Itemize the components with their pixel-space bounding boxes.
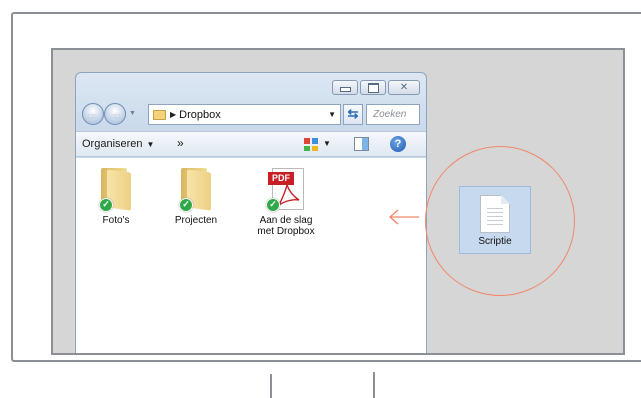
document-icon: [480, 195, 510, 233]
maximize-button[interactable]: [360, 80, 386, 95]
folder-icon: ✓: [179, 168, 213, 212]
address-location[interactable]: Dropbox: [179, 109, 221, 121]
pdf-badge: PDF: [268, 172, 294, 185]
help-icon[interactable]: ?: [390, 136, 406, 152]
folder-icon: [153, 109, 166, 120]
window-caption-buttons: ✕: [332, 80, 420, 95]
close-button[interactable]: ✕: [388, 80, 420, 95]
file-name: Foto's: [102, 215, 130, 226]
preview-pane-icon[interactable]: [354, 137, 369, 151]
chevron-down-icon: ▼: [146, 140, 155, 149]
file-item-fotos[interactable]: ✓ Foto's: [76, 168, 156, 226]
explorer-window: ✕ ← → ▼ ▶ Dropbox ▼ ⇆ Zoeken Organiseren…: [75, 72, 427, 353]
view-dropdown-icon[interactable]: ▼: [323, 139, 331, 148]
command-toolbar: Organiseren ▼ » ▼ ?: [76, 131, 426, 157]
forward-button[interactable]: →: [104, 103, 126, 125]
sync-check-icon: ✓: [266, 198, 280, 212]
monitor-stand-left: [270, 374, 272, 398]
desktop-file-scriptie[interactable]: Scriptie: [459, 186, 531, 254]
change-view-icon[interactable]: [304, 138, 318, 151]
search-input[interactable]: Zoeken: [366, 104, 420, 125]
drag-arrow-icon: [389, 209, 419, 225]
pdf-icon: PDF ✓: [266, 168, 306, 212]
sync-check-icon: ✓: [179, 198, 193, 212]
file-item-aan-de-slag[interactable]: PDF ✓ Aan de slag met Dropbox: [246, 168, 326, 237]
sync-check-icon: ✓: [99, 198, 113, 212]
file-name: Projecten: [174, 215, 218, 226]
file-list: ✓ Foto's ✓ Projecten PDF ✓ Aan de slag m…: [76, 158, 426, 353]
navigation-bar: ← → ▼ ▶ Dropbox ▼ ⇆ Zoeken: [82, 103, 420, 127]
refresh-button[interactable]: ⇆: [343, 104, 363, 125]
folder-icon: ✓: [99, 168, 133, 212]
breadcrumb-arrow-icon[interactable]: ▶: [170, 110, 176, 119]
organize-label: Organiseren: [82, 138, 143, 150]
address-bar[interactable]: ▶ Dropbox ▼: [148, 104, 341, 125]
recent-pages-dropdown-icon[interactable]: ▼: [129, 110, 136, 117]
more-commands-button[interactable]: »: [177, 136, 184, 150]
minimize-button[interactable]: [332, 80, 358, 95]
file-item-projecten[interactable]: ✓ Projecten: [156, 168, 236, 226]
file-name: Aan de slag met Dropbox: [257, 215, 315, 237]
organize-menu-button[interactable]: Organiseren ▼: [82, 138, 154, 150]
back-button[interactable]: ←: [82, 103, 104, 125]
monitor-stand-right: [373, 372, 375, 398]
address-dropdown-icon[interactable]: ▼: [328, 110, 336, 119]
desktop-file-name: Scriptie: [478, 236, 512, 247]
